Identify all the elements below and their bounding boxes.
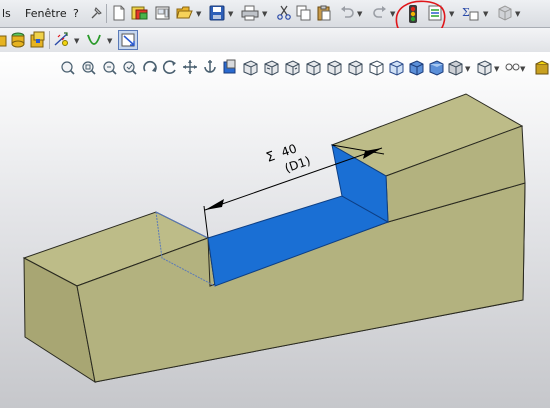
dimension-dropdown-arrow-icon[interactable]: ▼ (74, 37, 79, 45)
smart-dimension-icon[interactable] (53, 31, 71, 49)
save-dropdown-arrow-icon[interactable]: ▼ (228, 10, 233, 18)
open-dropdown-arrow-icon[interactable]: ▼ (196, 10, 201, 18)
revolve-icon[interactable] (11, 31, 25, 49)
part-model[interactable]: Σ 40 (D1) (0, 52, 550, 408)
curve-icon[interactable] (86, 31, 104, 49)
drawing-icon[interactable] (155, 5, 171, 21)
equation-icon[interactable]: Σ (461, 5, 479, 21)
dimension-sigma-symbol: Σ (264, 149, 277, 166)
save-icon[interactable] (209, 5, 225, 21)
svg-text:Σ: Σ (462, 6, 470, 19)
graphics-viewport[interactable]: ▼ ▼ ▼ Σ 40 (D1) (0, 52, 550, 408)
select-icon (121, 33, 135, 47)
features-toolbar: ▼ ▼ (0, 28, 550, 52)
menu-bar: ls Fenêtre ? ▼ ▼ ▼ ▼ ▼ ▼ Σ ▼ ▼ (0, 0, 550, 41)
file-properties-icon[interactable] (496, 5, 512, 21)
print-dropdown-arrow-icon[interactable]: ▼ (262, 10, 267, 18)
open-folder-icon[interactable] (176, 5, 194, 21)
curve-dropdown-arrow-icon[interactable]: ▼ (107, 37, 112, 45)
menu-outils[interactable]: ls (2, 7, 11, 20)
extrude-boss-icon[interactable] (0, 32, 9, 48)
pin-icon[interactable] (89, 5, 103, 21)
redo-icon[interactable] (372, 5, 388, 21)
paste-icon[interactable] (316, 5, 332, 21)
copy-icon[interactable] (296, 5, 312, 21)
menu-help[interactable]: ? (73, 7, 79, 20)
undo-icon[interactable] (339, 5, 355, 21)
properties-dropdown-arrow-icon[interactable]: ▼ (515, 10, 520, 18)
new-document-icon[interactable] (112, 5, 126, 21)
new-from-template-icon[interactable] (131, 5, 149, 21)
print-icon[interactable] (241, 5, 259, 21)
cut-icon[interactable] (277, 5, 291, 21)
select-tool-button[interactable] (118, 30, 138, 50)
equation-dropdown-arrow-icon[interactable]: ▼ (483, 10, 488, 18)
menu-fenetre[interactable]: Fenêtre (25, 7, 67, 20)
dimension-arrow-left (205, 199, 224, 210)
dimension-extension-line-left (203, 205, 209, 239)
undo-dropdown-arrow-icon[interactable]: ▼ (357, 10, 362, 18)
fillet-icon[interactable] (30, 31, 46, 49)
